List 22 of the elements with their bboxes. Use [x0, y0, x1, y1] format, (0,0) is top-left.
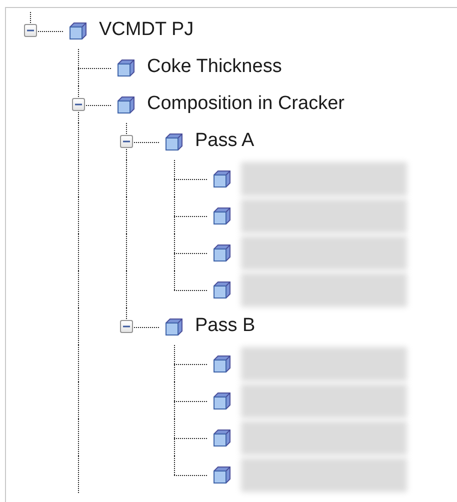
cube-icon: [164, 132, 184, 152]
cube-icon: [212, 206, 232, 226]
cube-icon: [212, 242, 232, 262]
cube-icon: [212, 168, 232, 188]
cube-icon: [116, 58, 136, 78]
cube-icon: [212, 390, 232, 410]
cube-icon: [212, 464, 232, 484]
collapse-button[interactable]: [24, 24, 37, 37]
tree-item[interactable]: VCMDT PJ: [99, 16, 194, 45]
tree-item[interactable]: Composition in Cracker: [147, 90, 344, 119]
cube-icon: [212, 428, 232, 448]
tree-item[interactable]: Coke Thickness: [147, 53, 282, 82]
collapse-button[interactable]: [72, 98, 85, 111]
cube-icon: [212, 354, 232, 374]
tree-item[interactable]: Pass A: [195, 127, 254, 156]
cube-icon: [116, 94, 136, 114]
cube-icon: [164, 316, 184, 336]
collapse-button[interactable]: [120, 135, 133, 148]
cube-icon: [212, 280, 232, 300]
tree-item[interactable]: Pass B: [195, 312, 256, 341]
collapse-button[interactable]: [120, 320, 133, 333]
cube-icon: [68, 20, 88, 40]
